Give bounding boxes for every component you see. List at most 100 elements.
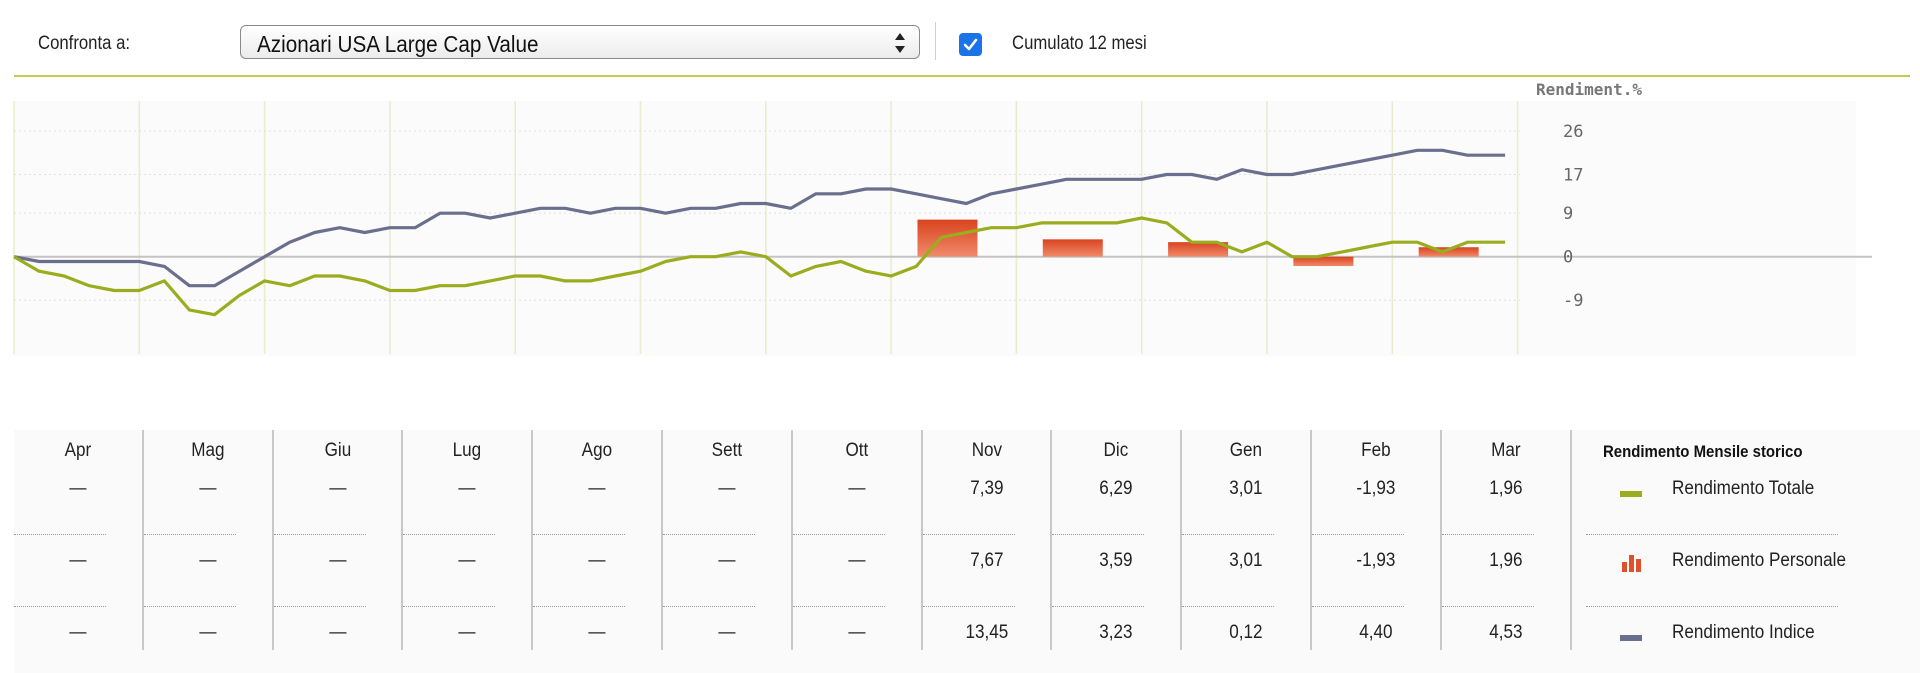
return-cell-indice: — (69, 622, 87, 643)
row-divider (1312, 534, 1404, 535)
return-cell-indice: — (199, 622, 217, 643)
legend-separator (1569, 430, 1572, 650)
month-header: Gen (1229, 440, 1263, 461)
compare-toolbar: Confronta a: Azionari USA Large Cap Valu… (0, 0, 1920, 78)
month-header: Lug (453, 440, 482, 461)
return-cell-totale: — (69, 478, 87, 499)
return-cell-personale: — (718, 550, 736, 571)
personal-return-bar (917, 219, 978, 257)
return-cell-personale: — (848, 550, 866, 571)
row-divider (792, 534, 885, 535)
return-cell-personale: 3,01 (1229, 550, 1263, 571)
month-header: Ago (581, 440, 613, 461)
legend-row-divider (1586, 606, 1838, 607)
column-separator (661, 430, 663, 650)
row-divider (143, 534, 236, 535)
return-cell-personale: — (328, 550, 347, 571)
row-divider (1312, 606, 1404, 607)
return-cell-totale: 7,39 (969, 478, 1004, 499)
column-separator (920, 430, 923, 650)
line-swatch-icon (1620, 635, 1642, 641)
y-tick-label: 17 (1563, 166, 1583, 186)
select-arrows-icon (895, 33, 905, 53)
legend-label: Rendimento Totale (1672, 478, 1815, 499)
legend-row-divider (1586, 534, 1838, 535)
return-cell-personale: 1,96 (1489, 550, 1523, 571)
return-cell-totale: — (588, 478, 606, 499)
month-header: Giu (324, 440, 351, 461)
y-axis-label: Rendiment.% (1536, 80, 1642, 99)
return-cell-totale: — (848, 478, 866, 499)
checkmark-icon (963, 38, 978, 51)
toolbar-separator (935, 22, 936, 60)
row-divider (663, 606, 755, 607)
return-cell-indice: — (328, 622, 347, 643)
return-cell-indice: — (588, 622, 606, 643)
row-divider (273, 534, 366, 535)
return-cell-personale: — (458, 550, 476, 571)
row-divider (1182, 534, 1275, 535)
returns-chart-svg: Rendiment.% 26 17 9 0 -9 (13, 80, 1872, 356)
toolbar-divider (14, 75, 1910, 77)
return-cell-personale: 7,67 (969, 550, 1004, 571)
month-header: Dic (1103, 440, 1129, 461)
y-tick-label: -9 (1563, 291, 1583, 311)
row-divider (14, 534, 106, 535)
legend-label: Rendimento Personale (1672, 550, 1846, 571)
return-cell-indice: 3,23 (1099, 622, 1133, 643)
month-column: Gen 3,01 3,01 0,12 (1182, 430, 1310, 650)
cumulato-checkbox[interactable] (959, 33, 982, 56)
month-column: Dic 6,29 3,59 3,23 (1052, 430, 1180, 650)
row-divider (273, 606, 366, 607)
return-cell-personale: 3,59 (1099, 550, 1133, 571)
month-header: Mar (1490, 440, 1521, 461)
row-divider (663, 534, 755, 535)
column-separator (1310, 430, 1312, 650)
month-column: Nov 7,39 7,67 13,45 (922, 430, 1051, 650)
benchmark-select-value: Azionari USA Large Cap Value (257, 31, 539, 57)
monthly-returns-table: Rendimento Mensile storico Apr — — — Mag — — — G… (14, 430, 1920, 673)
month-header: Ott (845, 440, 869, 461)
row-divider (1052, 534, 1145, 535)
return-cell-indice: 4,40 (1359, 622, 1393, 643)
legend-item: Rendimento Indice (1620, 622, 1910, 648)
return-cell-personale: — (69, 550, 87, 571)
month-header: Mag (191, 440, 225, 461)
line-swatch-icon (1620, 491, 1642, 497)
bar-chart-icon (1622, 555, 1641, 572)
row-divider (403, 606, 496, 607)
returns-chart: Rendiment.% 26 17 9 0 -9 (0, 78, 1920, 368)
return-cell-indice: 13,45 (965, 622, 1008, 643)
y-tick-label: 26 (1563, 122, 1583, 142)
row-divider (1052, 606, 1145, 607)
return-cell-indice: 0,12 (1229, 622, 1263, 643)
row-divider (403, 534, 496, 535)
return-cell-indice: 4,53 (1489, 622, 1523, 643)
benchmark-select[interactable]: Azionari USA Large Cap Value (240, 25, 920, 59)
return-cell-indice: — (458, 622, 476, 643)
return-cell-totale: 6,29 (1099, 478, 1133, 499)
return-cell-totale: — (718, 478, 736, 499)
column-separator (790, 430, 793, 650)
column-separator (141, 430, 144, 650)
row-divider (792, 606, 885, 607)
return-cell-personale: — (199, 550, 217, 571)
y-tick-label: 0 (1563, 248, 1573, 268)
return-cell-totale: — (458, 478, 476, 499)
month-column: Lug — — — (403, 430, 531, 650)
column-separator (1439, 430, 1442, 650)
month-header: Apr (64, 440, 92, 461)
row-divider (1441, 606, 1534, 607)
row-divider (922, 534, 1015, 535)
legend-item: Rendimento Personale (1620, 550, 1910, 576)
personal-return-bar (1042, 239, 1103, 257)
column-separator (1050, 430, 1053, 650)
return-cell-personale: — (588, 550, 606, 571)
row-divider (533, 606, 626, 607)
month-column: Sett — — — (663, 430, 791, 650)
month-column: Mag — — — (143, 430, 272, 650)
compare-label: Confronta a: (38, 33, 131, 54)
return-cell-indice: — (718, 622, 736, 643)
column-separator (401, 430, 404, 650)
month-column: Feb -1,93 -1,93 4,40 (1312, 430, 1440, 650)
